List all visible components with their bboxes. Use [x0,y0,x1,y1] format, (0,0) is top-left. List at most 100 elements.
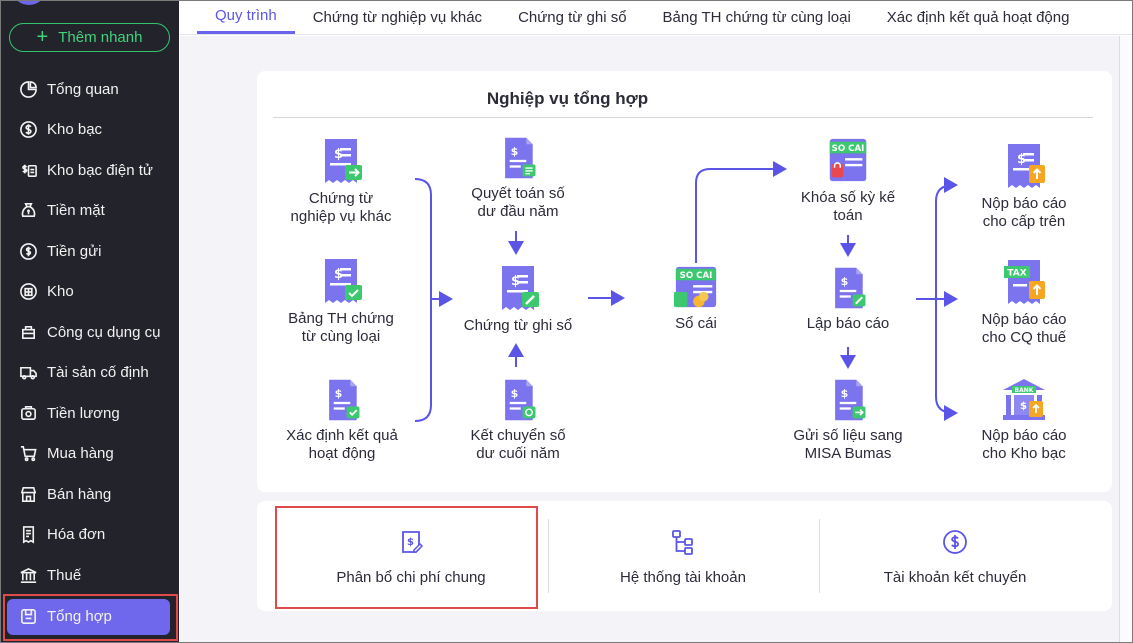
sidebar-item-tien-mat[interactable]: Tiền mặt [1,191,179,232]
warehouse-icon [17,281,39,303]
dollar-card-icon [17,159,39,181]
tools-icon [17,321,39,343]
sidebar-item-label: Tiền lương [47,404,120,422]
invoice-icon [17,524,39,546]
svg-text:TAX: TAX [1007,269,1026,279]
sidebar-item-label: Hóa đơn [47,526,106,544]
svg-text:$: $ [841,275,849,288]
node-label: Chứng từ nghiệp vụ khác [290,190,392,225]
tab-xac-dinh-ket-qua[interactable]: Xác định kết quả hoạt động [869,1,1088,34]
node-label: Nộp báo cáo cho CQ thuế [981,311,1067,346]
tab-bar: Quy trình Chứng từ nghiệp vụ khác Chứng … [180,1,1132,35]
node-nop-bao-cao-cq-thue[interactable]: TAX Nộp báo cáo cho CQ thuế [964,257,1084,347]
node-nop-bao-cao-cap-tren[interactable]: $ Nộp báo cáo cho cấp trên [964,141,1084,231]
quick-add-label: Thêm nhanh [58,29,143,46]
sidebar-item-label: Kho bạc [47,121,103,139]
node-label: Xác định kết quả hoạt động [286,427,398,462]
sidebar-item-label: Tiền gửi [47,242,102,260]
node-label: Sổ cái [675,315,717,332]
quick-add-button[interactable]: + Thêm nhanh [9,23,170,52]
sidebar-item-tien-gui[interactable]: Tiền gửi [1,231,179,272]
svg-text:BANK: BANK [1015,387,1034,394]
tax-document-upload-icon: TAX [1004,260,1045,304]
node-label: Bảng TH chứng từ cùng loại [288,310,394,345]
svg-text:$: $ [511,145,519,158]
sidebar-item-mua-hang[interactable]: Mua hàng [1,434,179,475]
node-khoa-so-ky-ke-toan[interactable]: SO CAI Khóa số kỳ kế toán [788,137,908,225]
dollar-circle-icon [943,530,967,554]
plus-icon: + [36,25,49,48]
active-item-highlight [3,594,178,641]
sidebar-item-label: Tài sản cố định [47,364,149,382]
node-quyet-toan-so-du[interactable]: $ Quyết toán số dư đầu năm [456,135,580,221]
node-chung-tu-nghiep-vu-khac[interactable]: $ Chứng từ nghiệp vụ khác [281,136,401,226]
bank-upload-icon: BANK $ [1003,379,1045,420]
tab-chung-tu-ghi-so[interactable]: Chứng từ ghi sổ [500,1,644,34]
document-dollar-list-icon: $ [505,137,536,179]
sidebar-nav: Tổng quan Kho bạc Kho bạc điện tử Tiền m… [1,69,179,635]
tax-building-icon [17,564,39,586]
tool-divider [819,519,820,593]
sidebar-item-kho-bac[interactable]: Kho bạc [1,110,179,151]
node-so-cai[interactable]: SO CAI Sổ cái [651,265,741,333]
node-lap-bao-cao[interactable]: $ Lập báo cáo [788,265,908,333]
node-xac-dinh-ket-qua[interactable]: $ Xác định kết quả hoạt động [276,377,408,463]
highlight-box [275,506,538,609]
tool-label: Hệ thống tài khoản [620,569,746,586]
sidebar-item-label: Thuế [47,566,82,584]
node-bang-th-chung-tu[interactable]: $ Bảng TH chứng từ cùng loại [281,256,401,346]
sidebar-item-label: Kho [47,283,74,301]
process-title: Nghiệp vụ tổng hợp [486,89,649,108]
deposit-icon [17,240,39,262]
ledger-icon: SO CAI [673,266,717,308]
sidebar-item-label: Kho bạc điện tử [47,161,153,179]
tool-tai-khoan-ket-chuyen[interactable]: Tài khoản kết chuyển [821,521,1089,611]
tab-bang-th-chung-tu[interactable]: Bảng TH chứng từ cùng loại [645,1,869,34]
sidebar-item-label: Tiền mặt [47,202,105,220]
sidebar-item-cong-cu-dung-cu[interactable]: Công cụ dụng cụ [1,312,179,353]
node-label: Nộp báo cáo cho cấp trên [981,195,1067,230]
document-dollar-edit-icon: $ [835,267,866,309]
svg-text:$: $ [335,387,343,400]
node-nop-bao-cao-kho-bac[interactable]: BANK $ Nộp báo cáo cho Kho bạc [964,377,1084,463]
dollar-circle-icon [17,119,39,141]
tab-chung-tu-nghiep-vu-khac[interactable]: Chứng từ nghiệp vụ khác [295,1,500,34]
node-chung-tu-ghi-so[interactable]: $ Chứng từ ghi sổ [456,263,580,335]
sidebar-item-tai-san-co-dinh[interactable]: Tài sản cố định [1,353,179,394]
node-ket-chuyen-so-du[interactable]: $ Kết chuyển số dư cuối năm [456,377,580,463]
sidebar-item-ban-hang[interactable]: Bán hàng [1,474,179,515]
salary-icon [17,402,39,424]
document-dollar-sync-icon: $ [505,379,536,421]
logo [11,1,47,5]
cash-bag-icon [17,200,39,222]
ledger-lock-icon: SO CAI [829,138,867,182]
svg-text:$: $ [1020,401,1027,412]
sidebar-item-label: Bán hàng [47,485,112,503]
scrollbar[interactable] [1119,36,1132,642]
tool-he-thong-tai-khoan[interactable]: Hệ thống tài khoản [549,521,817,611]
node-gui-so-lieu-bumas[interactable]: $ Gửi số liệu sang MISA Bumas [781,377,915,463]
sidebar-item-label: Công cụ dụng cụ [47,323,161,341]
tab-quy-trinh[interactable]: Quy trình [197,1,295,34]
sidebar-item-thue[interactable]: Thuế [1,555,179,596]
sidebar-item-tien-luong[interactable]: Tiền lương [1,393,179,434]
node-label: Khóa số kỳ kế toán [800,189,896,224]
divider [273,117,1093,118]
cart-icon [17,443,39,465]
sidebar-item-kho-bac-dien-tu[interactable]: Kho bạc điện tử [1,150,179,191]
node-label: Chứng từ ghi sổ [463,317,573,334]
tool-label: Tài khoản kết chuyển [883,569,1027,586]
sidebar-item-hoa-don[interactable]: Hóa đơn [1,515,179,556]
document-dollar-arrow-icon: $ [325,139,362,183]
sidebar-item-label: Mua hàng [47,445,114,463]
node-label: Nộp báo cáo cho Kho bạc [981,427,1067,462]
document-dollar-upload-icon: $ [1008,144,1045,188]
sidebar-item-kho[interactable]: Kho [1,272,179,313]
document-dollar-check-icon: $ [329,379,360,421]
node-label: Lập báo cáo [806,315,890,332]
node-label: Quyết toán số dư đầu năm [471,185,565,220]
truck-icon [17,362,39,384]
svg-text:$: $ [841,387,849,400]
document-dollar-check-icon: $ [325,259,362,303]
document-dollar-edit-icon: $ [502,266,539,310]
